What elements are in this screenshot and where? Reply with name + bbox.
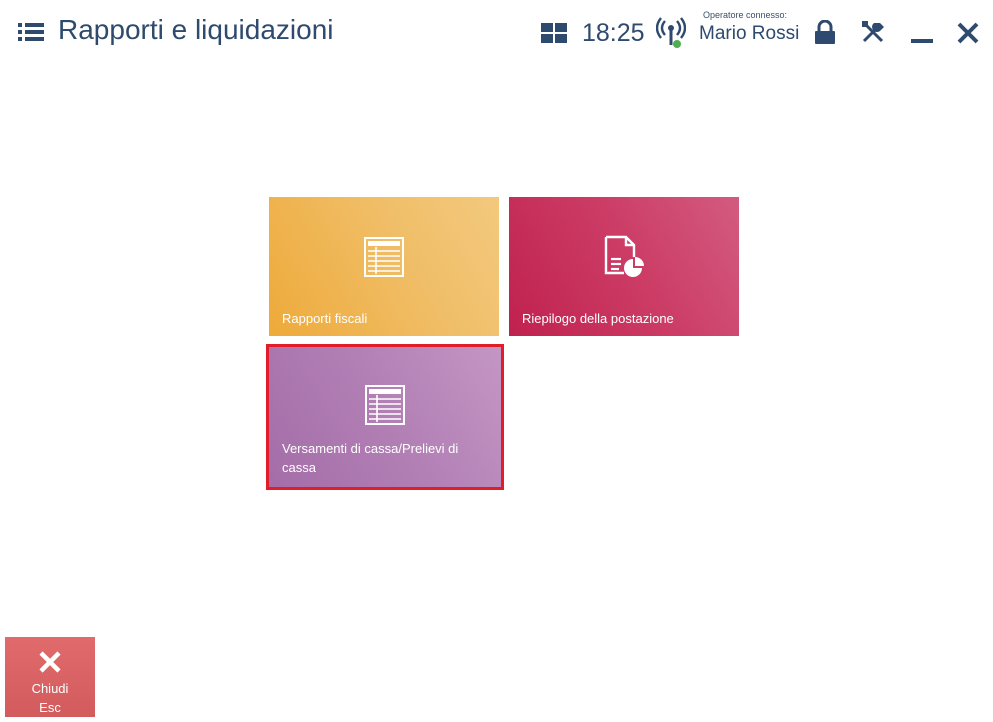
close-shortcut: Esc xyxy=(39,700,61,715)
tile-rapporti-fiscali[interactable]: Rapporti fiscali xyxy=(269,197,499,336)
tile-label: Riepilogo della postazione xyxy=(522,311,674,326)
tile-label: Rapporti fiscali xyxy=(282,311,368,326)
tile-riepilogo-postazione[interactable]: Riepilogo della postazione xyxy=(509,197,739,336)
tile-versamenti-prelievi[interactable]: Versamenti di cassa/Prelievi di cassa xyxy=(269,347,501,487)
close-x-icon xyxy=(39,651,61,673)
lock-icon[interactable] xyxy=(813,20,837,46)
close-label: Chiudi xyxy=(31,681,69,696)
document-chart-icon xyxy=(604,235,644,277)
minimize-icon[interactable] xyxy=(910,22,934,46)
table-icon xyxy=(365,385,405,425)
list-menu-icon[interactable] xyxy=(18,22,44,42)
tile-label: Versamenti di cassa/Prelievi di cassa xyxy=(282,441,459,475)
tiles-view-icon[interactable] xyxy=(541,23,567,43)
clock: 18:25 xyxy=(582,19,645,47)
page-title: Rapporti e liquidazioni xyxy=(58,14,334,45)
table-icon xyxy=(364,237,404,277)
close-button[interactable]: Chiudi Esc xyxy=(5,637,95,717)
top-bar: Rapporti e liquidazioni 18:25 Operatore … xyxy=(0,0,993,68)
operator-name[interactable]: Mario Rossi xyxy=(699,23,799,45)
operator-caption: Operatore connesso: xyxy=(703,10,788,20)
signal-icon xyxy=(656,17,686,48)
close-icon[interactable] xyxy=(956,21,980,45)
tools-icon[interactable] xyxy=(860,19,886,45)
